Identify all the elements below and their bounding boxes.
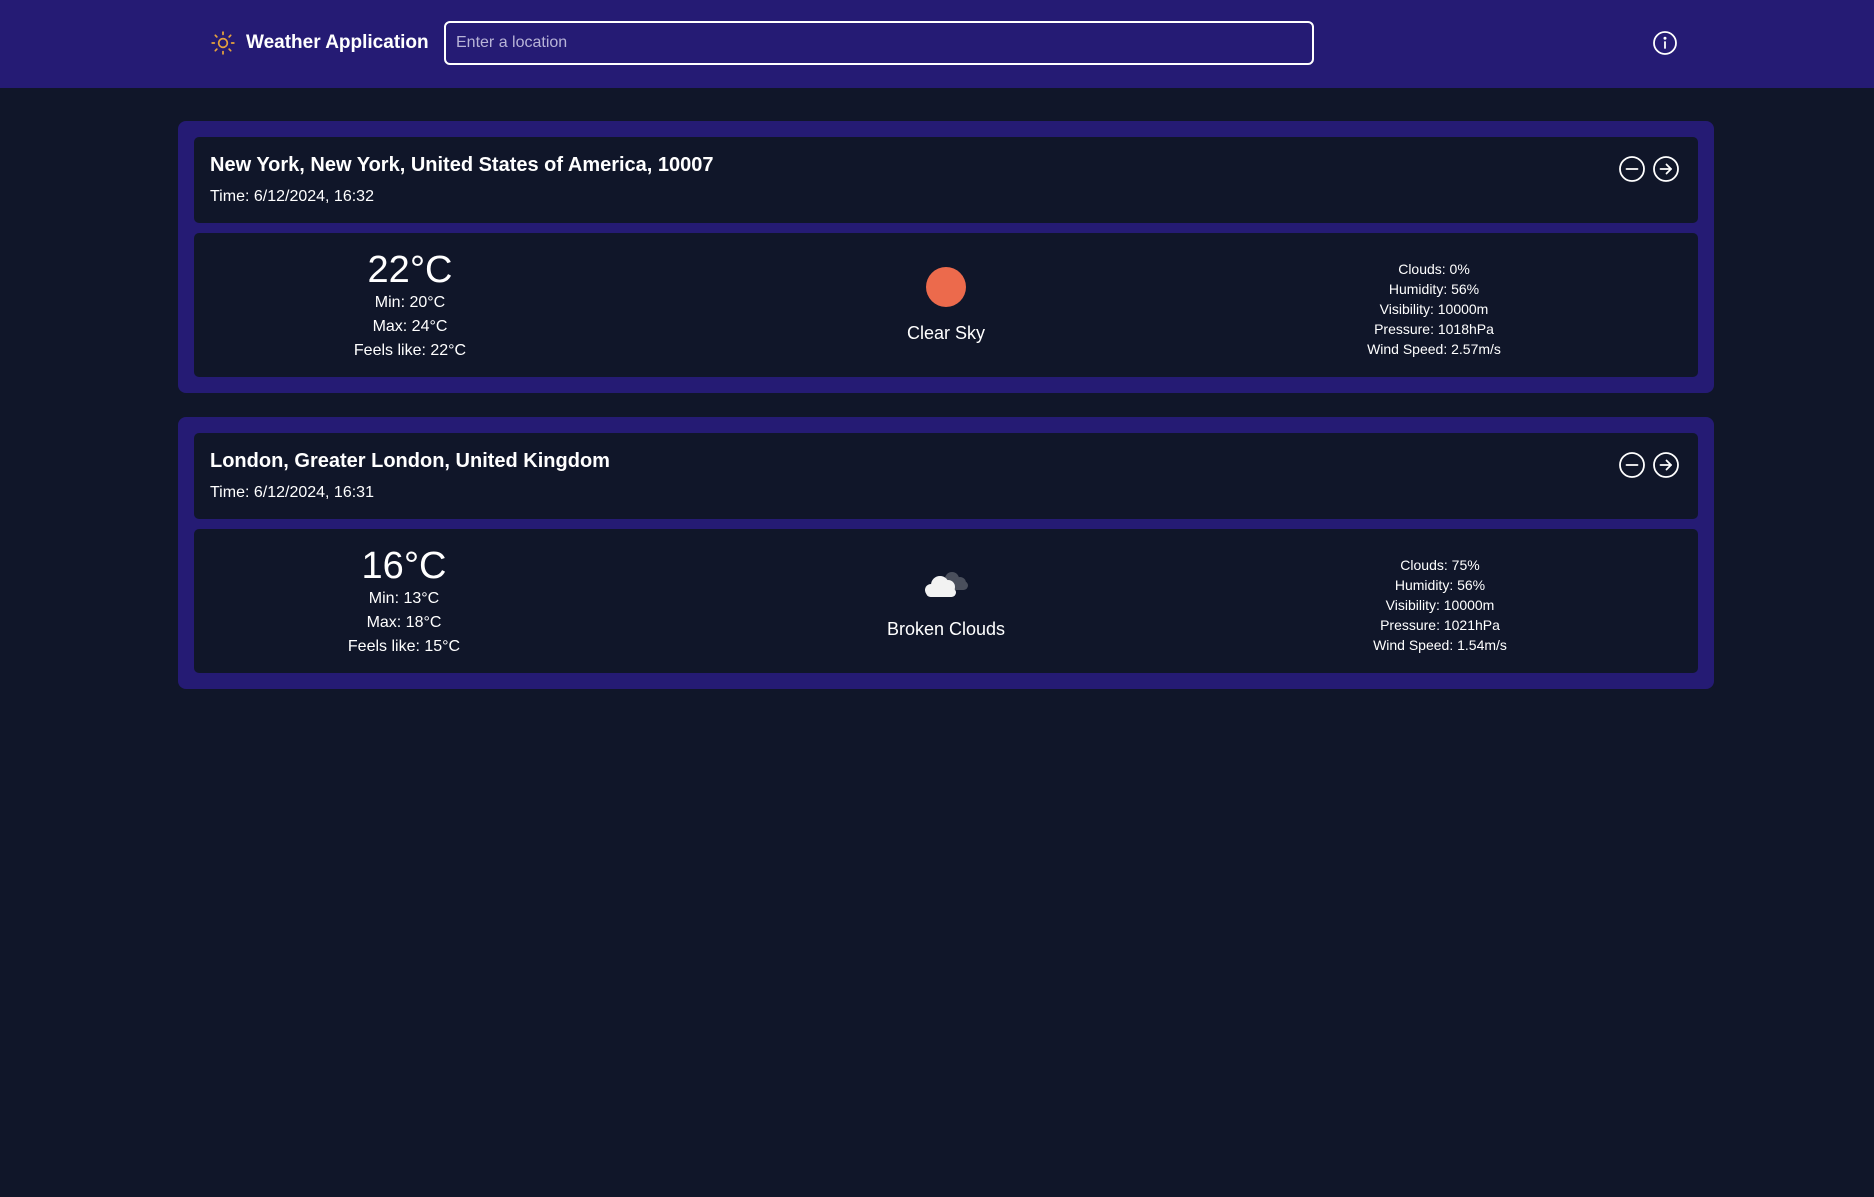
open-location-button[interactable]	[1652, 451, 1680, 479]
location-card: London, Greater London, United Kingdom T…	[178, 417, 1714, 689]
time-value: 6/12/2024, 16:32	[253, 188, 374, 205]
weather-details: 16°C Min: 13°C Max: 18°C Feels like: 15°…	[194, 529, 1698, 673]
min-temperature: Min: 13°C	[368, 590, 440, 607]
humidity-stat: Humidity: 56%	[1388, 281, 1480, 297]
clouds-stat: Clouds: 75%	[1400, 557, 1480, 573]
location-card-header: London, Greater London, United Kingdom T…	[194, 433, 1698, 519]
feels-like-temperature: Feels like: 15°C	[347, 638, 461, 655]
clouds-stat: Clouds: 0%	[1398, 261, 1470, 277]
wind-speed-stat: Wind Speed: 1.54m/s	[1373, 637, 1507, 653]
condition-block: Broken Clouds	[796, 557, 1096, 640]
brand[interactable]: Weather Application	[210, 26, 429, 60]
app-title: Weather Application	[246, 32, 429, 53]
minus-circle-icon	[1619, 452, 1645, 478]
visibility-stat: Visibility: 10000m	[1385, 597, 1495, 613]
arrow-right-circle-icon	[1653, 156, 1679, 182]
wind-speed-stat: Wind Speed: 2.57m/s	[1367, 341, 1501, 357]
time-label: Time:	[210, 484, 254, 501]
time-value: 6/12/2024, 16:31	[253, 484, 374, 501]
condition-label: Clear Sky	[906, 323, 986, 343]
sun-icon	[926, 267, 966, 307]
card-actions	[1618, 451, 1680, 479]
app-header: Weather Application	[0, 0, 1874, 88]
location-name: New York, New York, United States of Ame…	[210, 154, 714, 176]
current-temperature: 22°C	[367, 249, 453, 291]
broken-clouds-icon	[925, 572, 968, 597]
location-card-header: New York, New York, United States of Ame…	[194, 137, 1698, 223]
feels-like-temperature: Feels like: 22°C	[353, 342, 467, 359]
humidity-stat: Humidity: 56%	[1394, 577, 1486, 593]
remove-location-button[interactable]	[1618, 155, 1646, 183]
location-time: Time: 6/12/2024, 16:31	[210, 484, 374, 502]
max-temperature: Max: 18°C	[366, 614, 442, 631]
temperature-block: 16°C Min: 13°C Max: 18°C Feels like: 15°…	[254, 545, 554, 659]
info-icon	[1653, 31, 1677, 55]
info-button[interactable]	[1652, 30, 1678, 56]
location-name: London, Greater London, United Kingdom	[210, 450, 610, 472]
weather-details: 22°C Min: 20°C Max: 24°C Feels like: 22°…	[194, 233, 1698, 377]
visibility-stat: Visibility: 10000m	[1379, 301, 1489, 317]
remove-location-button[interactable]	[1618, 451, 1646, 479]
card-actions	[1618, 155, 1680, 183]
max-temperature: Max: 24°C	[372, 318, 448, 335]
sun-icon	[211, 31, 235, 55]
weather-stats: Clouds: 75% Humidity: 56% Visibility: 10…	[1290, 555, 1590, 655]
arrow-right-circle-icon	[1653, 452, 1679, 478]
temperature-block: 22°C Min: 20°C Max: 24°C Feels like: 22°…	[260, 249, 560, 363]
weather-stats: Clouds: 0% Humidity: 56% Visibility: 100…	[1284, 259, 1584, 359]
min-temperature: Min: 20°C	[374, 294, 446, 311]
location-card: New York, New York, United States of Ame…	[178, 121, 1714, 393]
location-time: Time: 6/12/2024, 16:32	[210, 188, 374, 206]
pressure-stat: Pressure: 1021hPa	[1380, 617, 1500, 633]
pressure-stat: Pressure: 1018hPa	[1374, 321, 1494, 337]
location-search-input[interactable]	[444, 21, 1314, 65]
current-temperature: 16°C	[361, 545, 447, 587]
open-location-button[interactable]	[1652, 155, 1680, 183]
condition-label: Broken Clouds	[886, 619, 1006, 639]
minus-circle-icon	[1619, 156, 1645, 182]
time-label: Time:	[210, 188, 254, 205]
condition-block: Clear Sky	[796, 261, 1096, 344]
